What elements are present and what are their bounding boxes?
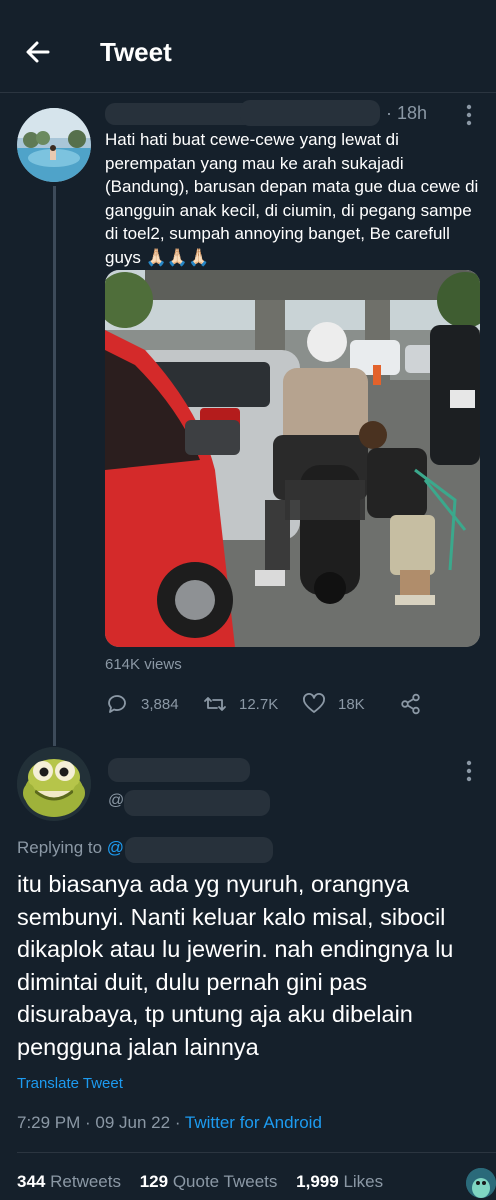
engagement-stats: 344 Retweets 129 Quote Tweets 1,999 Like… <box>17 1172 383 1192</box>
retweets-stat-label: Retweets <box>50 1172 121 1191</box>
client-source-link[interactable]: Twitter for Android <box>185 1113 322 1132</box>
retweets-stat[interactable]: 344 Retweets <box>17 1172 121 1191</box>
reply-count: 3,884 <box>141 695 179 713</box>
share-icon <box>401 693 420 715</box>
quote-tweets-stat-count: 129 <box>139 1172 169 1191</box>
thread-connector-line <box>53 186 56 746</box>
original-author-avatar[interactable] <box>17 108 91 182</box>
redacted-display-name <box>105 103 255 125</box>
redacted-reply-display-name <box>108 758 250 782</box>
replying-to-mention[interactable]: @ <box>107 838 124 857</box>
replying-to-label: Replying to <box>17 838 103 857</box>
translate-tweet-link[interactable]: Translate Tweet <box>17 1075 123 1092</box>
like-count: 18K <box>338 695 365 713</box>
redacted-reply-username <box>124 790 270 816</box>
replying-to-line: Replying to @ <box>17 838 124 858</box>
retweet-button[interactable]: 12.7K <box>203 690 278 718</box>
reply-text: itu biasanya ada yg nyuruh, orangnya sem… <box>17 871 454 1060</box>
retweet-icon <box>204 697 226 711</box>
likes-stat-label: Likes <box>343 1172 384 1191</box>
tweet-age-value: 18h <box>397 103 428 123</box>
reply-handle: @ <box>108 792 125 809</box>
redacted-replying-to-username <box>125 837 273 863</box>
tweet-text: Hati hati buat cewe-cewe yang lewat di p… <box>105 130 479 267</box>
timestamp-text: 7:29 PM · 09 Jun 22 · <box>17 1113 185 1132</box>
more-options-icon[interactable] <box>465 104 473 126</box>
top-bar: Tweet <box>0 0 496 93</box>
quote-tweets-stat[interactable]: 129 Quote Tweets <box>140 1172 278 1191</box>
likes-stat[interactable]: 1,999 Likes <box>296 1172 383 1191</box>
retweet-count: 12.7K <box>239 695 279 713</box>
likes-stat-count: 1,999 <box>296 1172 339 1191</box>
tweet-age: · 18h <box>386 103 428 123</box>
reply-icon <box>108 695 126 713</box>
page-title: Tweet <box>100 37 172 67</box>
quote-tweets-stat-label: Quote Tweets <box>172 1172 278 1191</box>
reply-more-options-icon[interactable] <box>465 760 473 782</box>
back-arrow-icon[interactable] <box>22 36 54 68</box>
reply-author-avatar[interactable] <box>17 747 91 821</box>
view-count: 614K views <box>105 656 182 673</box>
retweets-stat-count: 344 <box>17 1172 46 1191</box>
divider <box>17 1152 496 1153</box>
share-button[interactable] <box>400 690 434 718</box>
floating-avatar[interactable] <box>466 1168 496 1198</box>
tweet-timestamp: 7:29 PM · 09 Jun 22 · Twitter for Androi… <box>17 1113 322 1133</box>
tweet-photo[interactable] <box>105 270 480 647</box>
like-button[interactable]: 18K <box>302 690 365 718</box>
reply-button[interactable]: 3,884 <box>105 690 179 718</box>
heart-icon <box>303 693 325 713</box>
redacted-username <box>240 100 380 126</box>
